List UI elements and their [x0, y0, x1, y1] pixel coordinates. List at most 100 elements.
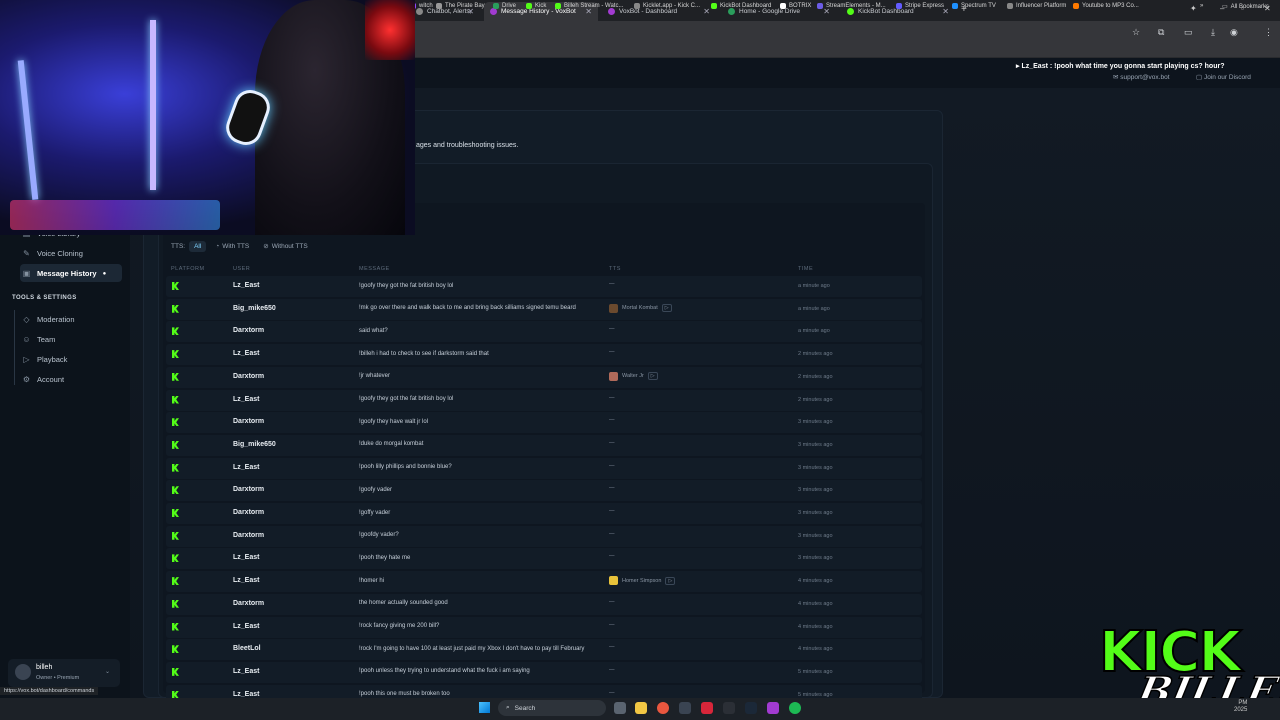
table-row[interactable]: BleetLol !rock I'm going to have 100 at l… [166, 639, 922, 661]
app-icon[interactable] [679, 702, 691, 714]
table-row[interactable]: Darxtorm !goofy they have walt jr lol — 3 m… [166, 412, 922, 434]
bookmark-item[interactable]: Influencer Platform [1007, 3, 1066, 9]
row-tts-label: — [609, 621, 615, 628]
app-icon[interactable] [723, 702, 735, 714]
bookmark-item[interactable]: Stripe Express [896, 3, 944, 9]
column-user: USER [233, 266, 251, 272]
bookmark-item[interactable]: StreamElements - M... [817, 3, 886, 9]
table-row[interactable]: Big_mike650 !duke do morgal kombat — 3 minu… [166, 434, 922, 456]
bookmark-item[interactable]: The Pirate Bay [436, 3, 485, 9]
bookmark-favicon-icon [1073, 3, 1079, 9]
row-user: BleetLol [233, 645, 261, 653]
row-tts: — [609, 531, 615, 537]
table-row[interactable]: Darxtorm said what? — a minute ago [166, 321, 922, 343]
sidebar-item-account[interactable]: ⚙ Account [22, 375, 64, 384]
table-row[interactable]: Lz_East !pooh unless they trying to under… [166, 661, 922, 683]
kick-platform-icon [172, 440, 179, 449]
row-tts: Walter Jr ▷ [609, 371, 658, 381]
chrome-icon[interactable] [657, 702, 669, 714]
bookmarks-overflow-icon[interactable]: » [1200, 3, 1203, 9]
red-light [365, 0, 415, 60]
voice-avatar [609, 303, 618, 313]
taskview-icon[interactable] [614, 702, 626, 714]
explorer-icon[interactable] [635, 702, 647, 714]
sidebar-item-moderation[interactable]: ◇ Moderation [22, 315, 74, 324]
taskbar-search[interactable]: ⌕ Search [498, 700, 606, 716]
steam-icon[interactable] [745, 702, 757, 714]
bookmark-label: The Pirate Bay [445, 3, 485, 9]
play-icon[interactable]: ▷ [661, 304, 672, 313]
bookmark-item[interactable]: Kick [526, 3, 546, 9]
tab-favicon-icon [728, 8, 735, 15]
kick-platform-icon [172, 531, 179, 540]
download-icon[interactable]: ⤓ [1211, 27, 1215, 38]
chat-overlay-message: ▸ Lz_East : !pooh what time you gonna st… [1016, 63, 1225, 70]
play-icon[interactable]: ▷ [647, 372, 658, 381]
row-time: 2 minutes ago [798, 351, 833, 358]
windows-start-icon[interactable] [479, 702, 490, 713]
kick-platform-icon [172, 599, 179, 608]
bookmark-item[interactable]: Kicklet.app - Kick C... [634, 3, 700, 9]
table-row[interactable]: Lz_East !pooh they hate me — 3 minutes ago [166, 548, 922, 570]
row-message: !duke do morgal kombat [359, 441, 424, 448]
sidebar-item-voice-cloning[interactable]: ✎ Voice Cloning [22, 249, 83, 258]
bookmark-favicon-icon [526, 3, 532, 9]
row-time: 2 minutes ago [798, 396, 833, 403]
row-message: the homer actually sounded good [359, 600, 448, 607]
play-icon[interactable]: ▷ [665, 576, 676, 585]
table-row[interactable]: Lz_East !homer hi Homer Simpson ▷ 4 minutes … [166, 571, 922, 593]
led-light [150, 20, 156, 190]
sidebar-item-message-history[interactable]: ▣ Message History ● [22, 269, 107, 278]
tab-label: KickBot Dashboard [858, 8, 914, 15]
led-light [17, 60, 39, 200]
row-user: Lz_East [233, 577, 260, 585]
table-row[interactable]: Lz_East !goofy they got the fat british b… [166, 276, 922, 297]
row-time: 4 minutes ago [798, 623, 833, 630]
sidebar-item-playback[interactable]: ▷ Playback [22, 355, 67, 364]
bookmark-item[interactable]: KickBot Dashboard [711, 3, 771, 9]
bookmark-item[interactable]: Spectrum TV [952, 3, 996, 9]
bookmark-item[interactable]: Drive [493, 3, 516, 9]
table-row[interactable]: Big_mike650 !mk go over there and walk ba… [166, 298, 922, 320]
sidepanel-icon[interactable]: ▭ [1184, 27, 1193, 38]
filter-all-button[interactable]: All [189, 240, 207, 252]
row-tts: — [609, 508, 615, 514]
tab-close-icon[interactable]: ✕ [703, 7, 710, 16]
row-tts-label: — [609, 439, 615, 446]
support-link[interactable]: ✉ support@vox.bot [1113, 73, 1170, 81]
all-bookmarks[interactable]: ▭ All Bookmarks [1222, 3, 1269, 11]
app-icon[interactable] [701, 702, 713, 714]
app-icon[interactable] [767, 702, 779, 714]
spotify-icon[interactable] [789, 702, 801, 714]
sidebar-item-team[interactable]: ☺ Team [22, 335, 55, 344]
filter-without-tts-button[interactable]: ⊘ Without TTS [258, 240, 312, 252]
table-row[interactable]: Lz_East !pooh lilly phillips and bonnie b… [166, 457, 922, 479]
table-row[interactable]: Lz_East !rock fancy giving me 200 bill? — 4… [166, 616, 922, 638]
folder-icon: ▭ [1222, 4, 1228, 10]
filter-with-tts-button[interactable]: ◔ With TTS [210, 241, 254, 252]
menu-icon[interactable]: ⋮ [1264, 27, 1273, 38]
profile-icon[interactable]: ◉ [1230, 27, 1238, 38]
extensions-icon[interactable]: ⧉ [1158, 27, 1164, 38]
table-row[interactable]: Darxtorm !jr whatever Walter Jr ▷ 2 minutes … [166, 366, 922, 388]
row-message: !billeh i had to check to see if darksto… [359, 350, 489, 357]
bookmark-item[interactable]: Billeh Stream - Watc... [555, 3, 623, 9]
table-row[interactable]: Darxtorm the homer actually sounded good —… [166, 593, 922, 615]
row-tts-label: — [609, 598, 615, 605]
table-row[interactable]: Darxtorm !goffy vader — 3 minutes ago [166, 503, 922, 524]
table-row[interactable]: Darxtorm !goofy vader — 3 minutes ago [166, 480, 922, 502]
star-icon[interactable]: ☆ [1132, 27, 1140, 38]
row-message: !jr whatever [359, 373, 391, 380]
bookmark-item[interactable]: Youtube to MP3 Co... [1073, 3, 1139, 9]
bookmark-item[interactable]: BOTRIX [780, 3, 811, 9]
table-row[interactable]: Darxtorm !goofdy vader? — 3 minutes ago [166, 525, 922, 547]
table-row[interactable]: Lz_East !goofy they got the fat british b… [166, 389, 922, 411]
tab-search-button[interactable]: ✦ [1190, 4, 1197, 13]
row-tts: — [609, 326, 615, 332]
row-time: 2 minutes ago [798, 373, 833, 380]
table-row[interactable]: Lz_East !billeh i had to check to see if … [166, 344, 922, 366]
row-tts-label: — [609, 462, 615, 469]
row-tts: — [609, 395, 615, 401]
user-name: billeh [36, 664, 53, 671]
discord-link[interactable]: ▢ Join our Discord [1196, 73, 1251, 81]
